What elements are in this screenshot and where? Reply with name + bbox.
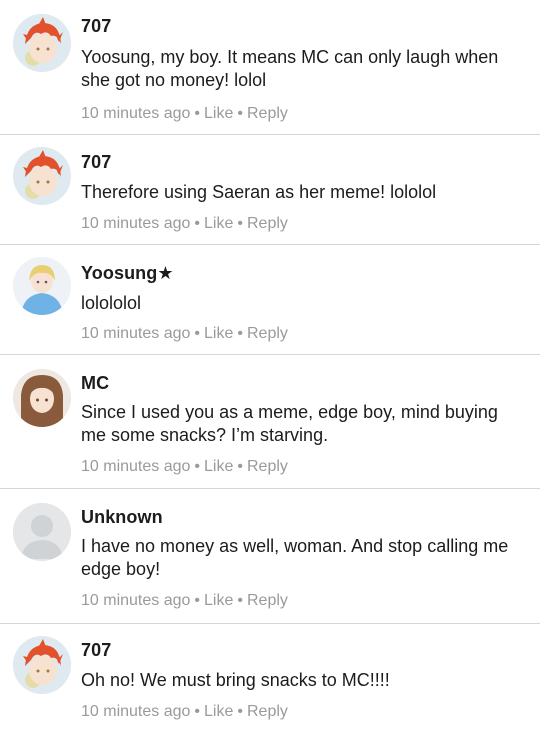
comment-text: Oh no! We must bring snacks to MC!!!! [81, 670, 390, 690]
default-user-avatar[interactable] [13, 503, 71, 561]
separator-dot: • [237, 458, 243, 475]
timestamp: 10 minutes ago [81, 703, 191, 720]
separator-dot: • [237, 703, 243, 720]
reply-button[interactable]: Reply [247, 215, 288, 233]
707-avatar[interactable] [13, 14, 71, 72]
reply-button[interactable]: Reply [247, 105, 288, 123]
commenter-name[interactable]: 707 [81, 152, 111, 173]
timestamp: 10 minutes ago [81, 458, 191, 475]
comment-text: Since I used you as a meme, edge boy, mi… [81, 402, 498, 445]
separator-dot: • [194, 703, 201, 720]
like-button[interactable]: Like [204, 458, 233, 476]
mc-avatar[interactable] [13, 369, 71, 427]
comment-item: 707 Yoosung, my boy. It means MC can onl… [0, 0, 540, 135]
commenter-name[interactable]: 707 [81, 16, 111, 37]
comment-feed: 707 Yoosung, my boy. It means MC can onl… [0, 0, 540, 734]
timestamp: 10 minutes ago [81, 215, 191, 232]
commenter-name[interactable]: 707 [81, 640, 111, 661]
commenter-name[interactable]: Unknown [81, 507, 163, 528]
comment-item: 707 Therefore using Saeran as her meme! … [0, 135, 540, 245]
separator-dot: • [194, 105, 201, 122]
timestamp: 10 minutes ago [81, 105, 191, 122]
like-button[interactable]: Like [204, 215, 233, 233]
comment-item: MC Since I used you as a meme, edge boy,… [0, 355, 540, 489]
separator-dot: • [194, 325, 201, 342]
comment-meta: 10 minutes ago • Like • Reply [81, 105, 288, 123]
like-button[interactable]: Like [204, 703, 233, 721]
707-avatar[interactable] [13, 147, 71, 205]
comment-text: lolololol [81, 293, 142, 313]
comment-text: Therefore using Saeran as her meme! lolo… [81, 182, 437, 202]
707-avatar-icon [13, 14, 71, 72]
commenter-name[interactable]: MC [81, 373, 109, 394]
reply-button[interactable]: Reply [247, 703, 288, 721]
separator-dot: • [194, 592, 201, 609]
comment-text: I have no money as well, woman. And stop… [81, 536, 509, 579]
comment-text: Yoosung, my boy. It means MC can only la… [81, 47, 499, 90]
timestamp: 10 minutes ago [81, 592, 191, 609]
commenter-name[interactable]: Yoosung★ [81, 263, 174, 284]
like-button[interactable]: Like [204, 325, 233, 343]
separator-dot: • [237, 325, 243, 342]
reply-button[interactable]: Reply [247, 325, 288, 343]
comment-meta: 10 minutes ago • Like • Reply [81, 592, 288, 610]
comment-item: Yoosung★ lolololol 10 minutes ago • Like • R… [0, 245, 540, 355]
comment-item: Unknown I have no money as well, woman. … [0, 489, 540, 624]
comment-item: 707 Oh no! We must bring snacks to MC!!!… [0, 624, 540, 734]
separator-dot: • [237, 215, 243, 232]
comment-meta: 10 minutes ago • Like • Reply [81, 215, 288, 233]
like-button[interactable]: Like [204, 105, 233, 123]
707-avatar-icon [13, 636, 71, 694]
reply-button[interactable]: Reply [247, 458, 288, 476]
comment-meta: 10 minutes ago • Like • Reply [81, 458, 288, 476]
timestamp: 10 minutes ago [81, 325, 191, 342]
default-user-icon [13, 503, 71, 561]
reply-button[interactable]: Reply [247, 592, 288, 610]
707-avatar-icon [13, 147, 71, 205]
separator-dot: • [194, 458, 201, 475]
separator-dot: • [237, 592, 243, 609]
yoosung-avatar-icon [13, 257, 71, 315]
mc-avatar-icon [13, 369, 71, 427]
separator-dot: • [194, 215, 201, 232]
comment-meta: 10 minutes ago • Like • Reply [81, 703, 288, 721]
707-avatar[interactable] [13, 636, 71, 694]
yoosung-avatar[interactable] [13, 257, 71, 315]
separator-dot: • [237, 105, 243, 122]
like-button[interactable]: Like [204, 592, 233, 610]
comment-meta: 10 minutes ago • Like • Reply [81, 325, 288, 343]
